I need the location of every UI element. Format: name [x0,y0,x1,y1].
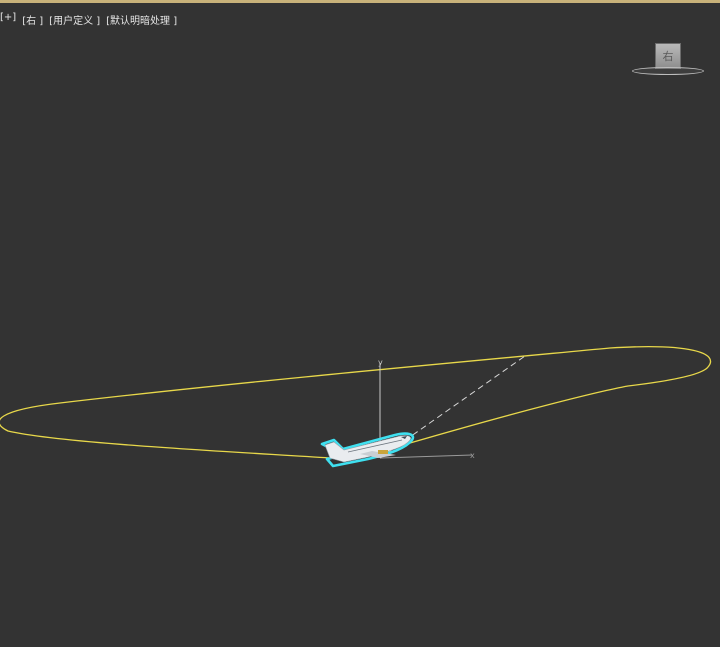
svg-text:x: x [470,451,475,460]
svg-text:y: y [378,358,383,367]
viewcube-face-right[interactable]: 右 [655,43,681,69]
perspective-viewport[interactable]: [+] [右 ] [用户定义 ] [默认明暗处理 ] y x 右 [0,0,720,644]
viewcube-widget[interactable]: 右 [630,41,706,79]
motion-path-spline[interactable] [0,346,712,459]
airplane-model[interactable] [320,432,415,468]
scene-canvas[interactable]: y x [0,3,720,647]
viewcube-compass-ring[interactable] [632,67,704,75]
